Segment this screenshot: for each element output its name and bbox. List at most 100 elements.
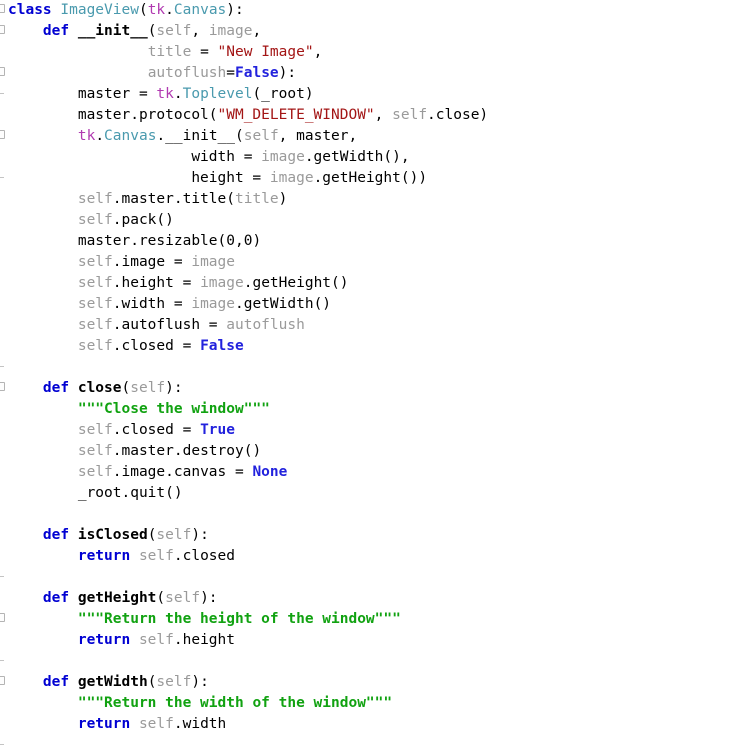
fold-tick-line-30 bbox=[0, 660, 4, 661]
code-token: .autoflush = bbox=[112, 317, 227, 333]
line-docstring-getheight[interactable]: """Return the height of the window""" bbox=[0, 609, 738, 630]
code-token: isClosed bbox=[77, 527, 148, 543]
fold-marker-tk-canvas-init[interactable] bbox=[0, 130, 5, 139]
code-token: self bbox=[156, 23, 192, 39]
code-token: """Return the height of the window""" bbox=[77, 611, 401, 627]
fold-marker-def-getheight[interactable] bbox=[0, 613, 5, 622]
fold-marker-line-4[interactable] bbox=[0, 67, 5, 76]
code-token: , bbox=[234, 233, 244, 249]
code-token: autoflush bbox=[226, 317, 305, 333]
line-blank-1[interactable] bbox=[0, 357, 738, 378]
line-self-master-destroy[interactable]: self.master.destroy() bbox=[0, 441, 738, 462]
code-token: .master.title( bbox=[112, 191, 235, 207]
code-token: return bbox=[77, 632, 139, 648]
code-token: .height bbox=[173, 632, 235, 648]
line-self-image[interactable]: self.image = image bbox=[0, 252, 738, 273]
line-root-quit[interactable]: _root.quit() bbox=[0, 483, 738, 504]
fold-marker-class-imageview[interactable] bbox=[0, 4, 5, 13]
line-self-autoflush[interactable]: self.autoflush = autoflush bbox=[0, 315, 738, 336]
code-token: , bbox=[313, 44, 323, 60]
line-def-getwidth[interactable]: def getWidth(self): bbox=[0, 672, 738, 693]
code-token: self bbox=[77, 338, 113, 354]
line-return-self-closed[interactable]: return self.closed bbox=[0, 546, 738, 567]
line-master-toplevel[interactable]: master = tk.Toplevel(_root) bbox=[0, 84, 738, 105]
line-blank-4[interactable] bbox=[0, 651, 738, 672]
line-master-resizable[interactable]: master.resizable(0,0) bbox=[0, 231, 738, 252]
code-token: getHeight bbox=[77, 590, 157, 606]
line-docstring-close[interactable]: """Close the window""" bbox=[0, 399, 738, 420]
code-token: master.resizable( bbox=[8, 233, 227, 249]
line-param-autoflush[interactable]: autoflush=False): bbox=[0, 63, 738, 84]
code-token: , master, bbox=[278, 128, 358, 144]
code-token: ( bbox=[156, 590, 166, 606]
line-blank-3[interactable] bbox=[0, 567, 738, 588]
code-token: self bbox=[77, 254, 113, 270]
code-token: , bbox=[252, 23, 262, 39]
code-token: ( bbox=[121, 380, 131, 396]
line-kwarg-width[interactable]: width = image.getWidth(), bbox=[0, 147, 738, 168]
line-self-image-canvas-none[interactable]: self.image.canvas = None bbox=[0, 462, 738, 483]
fold-gutter[interactable] bbox=[0, 0, 8, 754]
code-token: ) bbox=[252, 233, 262, 249]
line-blank-2[interactable] bbox=[0, 504, 738, 525]
code-token: self bbox=[77, 443, 113, 459]
code-token: ): bbox=[278, 65, 297, 81]
code-token: title bbox=[234, 191, 279, 207]
line-self-closed-true[interactable]: self.closed = True bbox=[0, 420, 738, 441]
line-tk-canvas-init[interactable]: tk.Canvas.__init__(self, master, bbox=[0, 126, 738, 147]
line-master-protocol[interactable]: master.protocol("WM_DELETE_WINDOW", self… bbox=[0, 105, 738, 126]
code-token: . bbox=[95, 128, 105, 144]
code-token: self bbox=[165, 590, 201, 606]
code-token: return bbox=[77, 548, 139, 564]
code-token: self bbox=[77, 317, 113, 333]
code-token: .width bbox=[173, 716, 227, 732]
fold-marker-def-close[interactable] bbox=[0, 382, 5, 391]
code-token: .getWidth(), bbox=[304, 149, 410, 165]
code-token: __init__ bbox=[77, 23, 148, 39]
code-token: .image.canvas = bbox=[112, 464, 253, 480]
code-token: master = bbox=[8, 86, 157, 102]
code-token: def bbox=[42, 23, 78, 39]
code-token: """Close the window""" bbox=[77, 401, 270, 417]
code-token: image bbox=[208, 23, 253, 39]
line-kwarg-height[interactable]: height = image.getHeight()) bbox=[0, 168, 738, 189]
line-param-title[interactable]: title = "New Image", bbox=[0, 42, 738, 63]
line-self-width[interactable]: self.width = image.getWidth() bbox=[0, 294, 738, 315]
line-return-self-width[interactable]: return self.width bbox=[0, 714, 738, 735]
line-docstring-getwidth[interactable]: """Return the width of the window""" bbox=[0, 693, 738, 714]
code-token: .image = bbox=[112, 254, 192, 270]
code-token: image bbox=[191, 254, 235, 270]
fold-tick-line-35 bbox=[0, 744, 4, 745]
line-class-imageview[interactable]: class ImageView(tk.Canvas): bbox=[0, 0, 738, 21]
line-def-close[interactable]: def close(self): bbox=[0, 378, 738, 399]
fold-marker-def-getwidth[interactable] bbox=[0, 676, 5, 685]
line-self-closed-false[interactable]: self.closed = False bbox=[0, 336, 738, 357]
line-def-getheight[interactable]: def getHeight(self): bbox=[0, 588, 738, 609]
code-content[interactable]: class ImageView(tk.Canvas): def __init__… bbox=[0, 0, 738, 754]
code-token: tk bbox=[77, 128, 96, 144]
line-def-init[interactable]: def __init__(self, image, bbox=[0, 21, 738, 42]
code-token: ): bbox=[226, 2, 244, 18]
code-token: .height = bbox=[112, 275, 201, 291]
line-self-pack[interactable]: self.pack() bbox=[0, 210, 738, 231]
code-token: .closed = bbox=[112, 338, 201, 354]
line-self-master-title[interactable]: self.master.title(title) bbox=[0, 189, 738, 210]
line-self-height[interactable]: self.height = image.getHeight() bbox=[0, 273, 738, 294]
code-token: self bbox=[77, 464, 113, 480]
fold-marker-def-init[interactable] bbox=[0, 25, 5, 34]
code-token: "WM_DELETE_WINDOW" bbox=[217, 107, 375, 123]
line-def-isclosed[interactable]: def isClosed(self): bbox=[0, 525, 738, 546]
code-editor[interactable]: class ImageView(tk.Canvas): def __init__… bbox=[0, 0, 738, 754]
code-token: def bbox=[42, 380, 78, 396]
line-return-self-height[interactable]: return self.height bbox=[0, 630, 738, 651]
code-token: self bbox=[77, 191, 113, 207]
